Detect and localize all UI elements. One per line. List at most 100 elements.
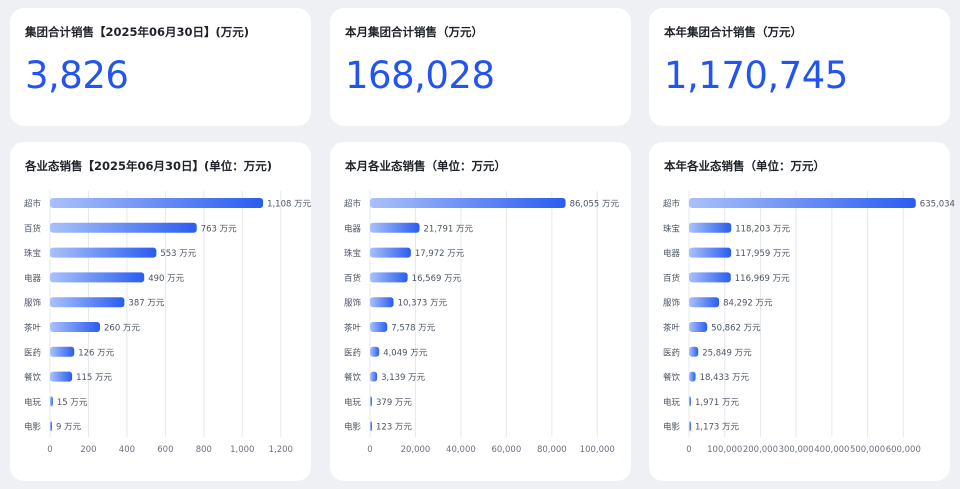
x-tick-label: 100,000 bbox=[707, 445, 742, 455]
chart-card-yearly: 本年各业态销售（单位：万元） 0 100,000 200,000 300,000 400… bbox=[649, 142, 955, 481]
category-label: 茶叶 bbox=[663, 323, 681, 334]
bar[interactable] bbox=[370, 346, 380, 357]
bar[interactable] bbox=[50, 198, 264, 208]
bar[interactable] bbox=[689, 371, 696, 382]
category-label: 服饰 bbox=[344, 298, 362, 309]
category-label: 餐饮 bbox=[344, 372, 362, 383]
category-label: 电影 bbox=[663, 422, 681, 433]
bar[interactable] bbox=[50, 272, 145, 283]
bar[interactable] bbox=[689, 322, 708, 332]
value-label: 16,569 万元 bbox=[412, 274, 462, 284]
kpi-value: 168,028 bbox=[345, 54, 495, 97]
category-label: 百货 bbox=[663, 273, 681, 284]
bar[interactable] bbox=[689, 222, 732, 233]
category-label: 百货 bbox=[24, 223, 42, 234]
x-tick-label: 1,200 bbox=[269, 445, 293, 455]
bar[interactable] bbox=[50, 371, 73, 382]
value-label: 86,055 万元 bbox=[570, 200, 620, 210]
category-label: 电影 bbox=[24, 422, 42, 433]
category-label: 超市 bbox=[24, 199, 42, 210]
value-label: 123 万元 bbox=[376, 423, 412, 433]
x-tick-label: 60,000 bbox=[491, 445, 521, 455]
bar[interactable] bbox=[370, 222, 420, 233]
value-label: 4,049 万元 bbox=[383, 348, 428, 358]
bar[interactable] bbox=[50, 247, 157, 258]
bar[interactable] bbox=[689, 346, 699, 357]
bar[interactable] bbox=[689, 198, 916, 208]
value-label: 117,959 万元 bbox=[735, 249, 790, 259]
bar[interactable] bbox=[370, 421, 372, 432]
category-label: 超市 bbox=[663, 199, 681, 210]
value-label: 7,578 万元 bbox=[391, 324, 436, 334]
category-label: 电玩 bbox=[663, 397, 681, 408]
bar[interactable] bbox=[50, 396, 53, 407]
x-tick-label: 80,000 bbox=[537, 445, 567, 455]
value-label: 1,971 万元 bbox=[695, 398, 740, 408]
x-tick-label: 300,000 bbox=[779, 445, 814, 455]
kpi-title: 本月集团合计销售（万元） bbox=[345, 25, 483, 39]
value-label: 115 万元 bbox=[76, 373, 112, 383]
bar[interactable] bbox=[689, 247, 732, 258]
bar[interactable] bbox=[370, 247, 411, 258]
bar[interactable] bbox=[689, 421, 691, 432]
x-tick-label: 1,000 bbox=[230, 445, 254, 455]
kpi-card-daily: 集团合计销售【2025年06月30日】(万元) 3,826 bbox=[10, 8, 311, 126]
value-label: 25,849 万元 bbox=[702, 348, 752, 358]
x-tick-label: 400,000 bbox=[814, 445, 849, 455]
category-label: 茶叶 bbox=[24, 323, 42, 334]
x-tick-label: 100,000 bbox=[580, 445, 615, 455]
kpi-title: 本年集团合计销售（万元） bbox=[664, 25, 802, 39]
bar[interactable] bbox=[50, 346, 75, 357]
category-label: 电器 bbox=[663, 248, 681, 259]
kpi-value: 1,170,745 bbox=[664, 54, 848, 97]
bar[interactable] bbox=[50, 322, 100, 332]
bar[interactable] bbox=[689, 297, 720, 308]
category-label: 电玩 bbox=[24, 397, 42, 408]
bar[interactable] bbox=[370, 272, 408, 283]
value-label: 9 万元 bbox=[56, 423, 82, 433]
bar[interactable] bbox=[50, 297, 125, 308]
x-tick-label: 200,000 bbox=[743, 445, 778, 455]
bar[interactable] bbox=[50, 421, 52, 432]
category-label: 医药 bbox=[663, 347, 680, 358]
value-label: 118,203 万元 bbox=[735, 224, 790, 234]
value-label: 3,139 万元 bbox=[381, 373, 426, 383]
bar[interactable] bbox=[50, 222, 197, 233]
x-tick-label: 200 bbox=[80, 445, 96, 455]
chart-card-daily: 各业态销售【2025年06月30日】(单位：万元) 0 200 400 600 800 1… bbox=[10, 142, 312, 481]
value-label: 260 万元 bbox=[104, 324, 140, 334]
value-label: 763 万元 bbox=[201, 224, 237, 234]
bar[interactable] bbox=[370, 198, 566, 208]
kpi-value: 3,826 bbox=[25, 54, 129, 97]
value-label: 15 万元 bbox=[57, 398, 88, 408]
value-label: 635,034 bbox=[920, 200, 955, 210]
value-label: 50,862 万元 bbox=[711, 324, 761, 334]
category-label: 超市 bbox=[344, 199, 362, 210]
category-label: 电玩 bbox=[344, 397, 362, 408]
x-tick-label: 0 bbox=[367, 445, 372, 455]
x-tick-label: 400 bbox=[119, 445, 135, 455]
bar[interactable] bbox=[370, 297, 394, 308]
x-tick-label: 0 bbox=[47, 445, 52, 455]
category-label: 电器 bbox=[24, 273, 42, 284]
value-label: 116,969 万元 bbox=[735, 274, 790, 284]
category-label: 餐饮 bbox=[663, 372, 681, 383]
category-label: 珠宝 bbox=[24, 248, 41, 259]
kpi-card-monthly: 本月集团合计销售（万元） 168,028 bbox=[330, 8, 631, 126]
bar[interactable] bbox=[689, 272, 731, 283]
value-label: 387 万元 bbox=[128, 299, 164, 309]
value-label: 379 万元 bbox=[376, 398, 412, 408]
category-label: 服饰 bbox=[663, 298, 681, 309]
bar[interactable] bbox=[370, 371, 378, 382]
kpi-title: 集团合计销售【2025年06月30日】(万元) bbox=[25, 25, 250, 39]
value-label: 18,433 万元 bbox=[700, 373, 750, 383]
bar[interactable] bbox=[370, 396, 372, 407]
value-label: 126 万元 bbox=[78, 348, 114, 358]
bar[interactable] bbox=[689, 396, 691, 407]
value-label: 84,292 万元 bbox=[723, 299, 773, 309]
kpi-card-yearly: 本年集团合计销售（万元） 1,170,745 bbox=[649, 8, 950, 126]
value-label: 10,373 万元 bbox=[398, 299, 448, 309]
value-label: 1,108 万元 bbox=[267, 200, 312, 210]
bar[interactable] bbox=[370, 322, 388, 332]
x-tick-label: 20,000 bbox=[401, 445, 431, 455]
